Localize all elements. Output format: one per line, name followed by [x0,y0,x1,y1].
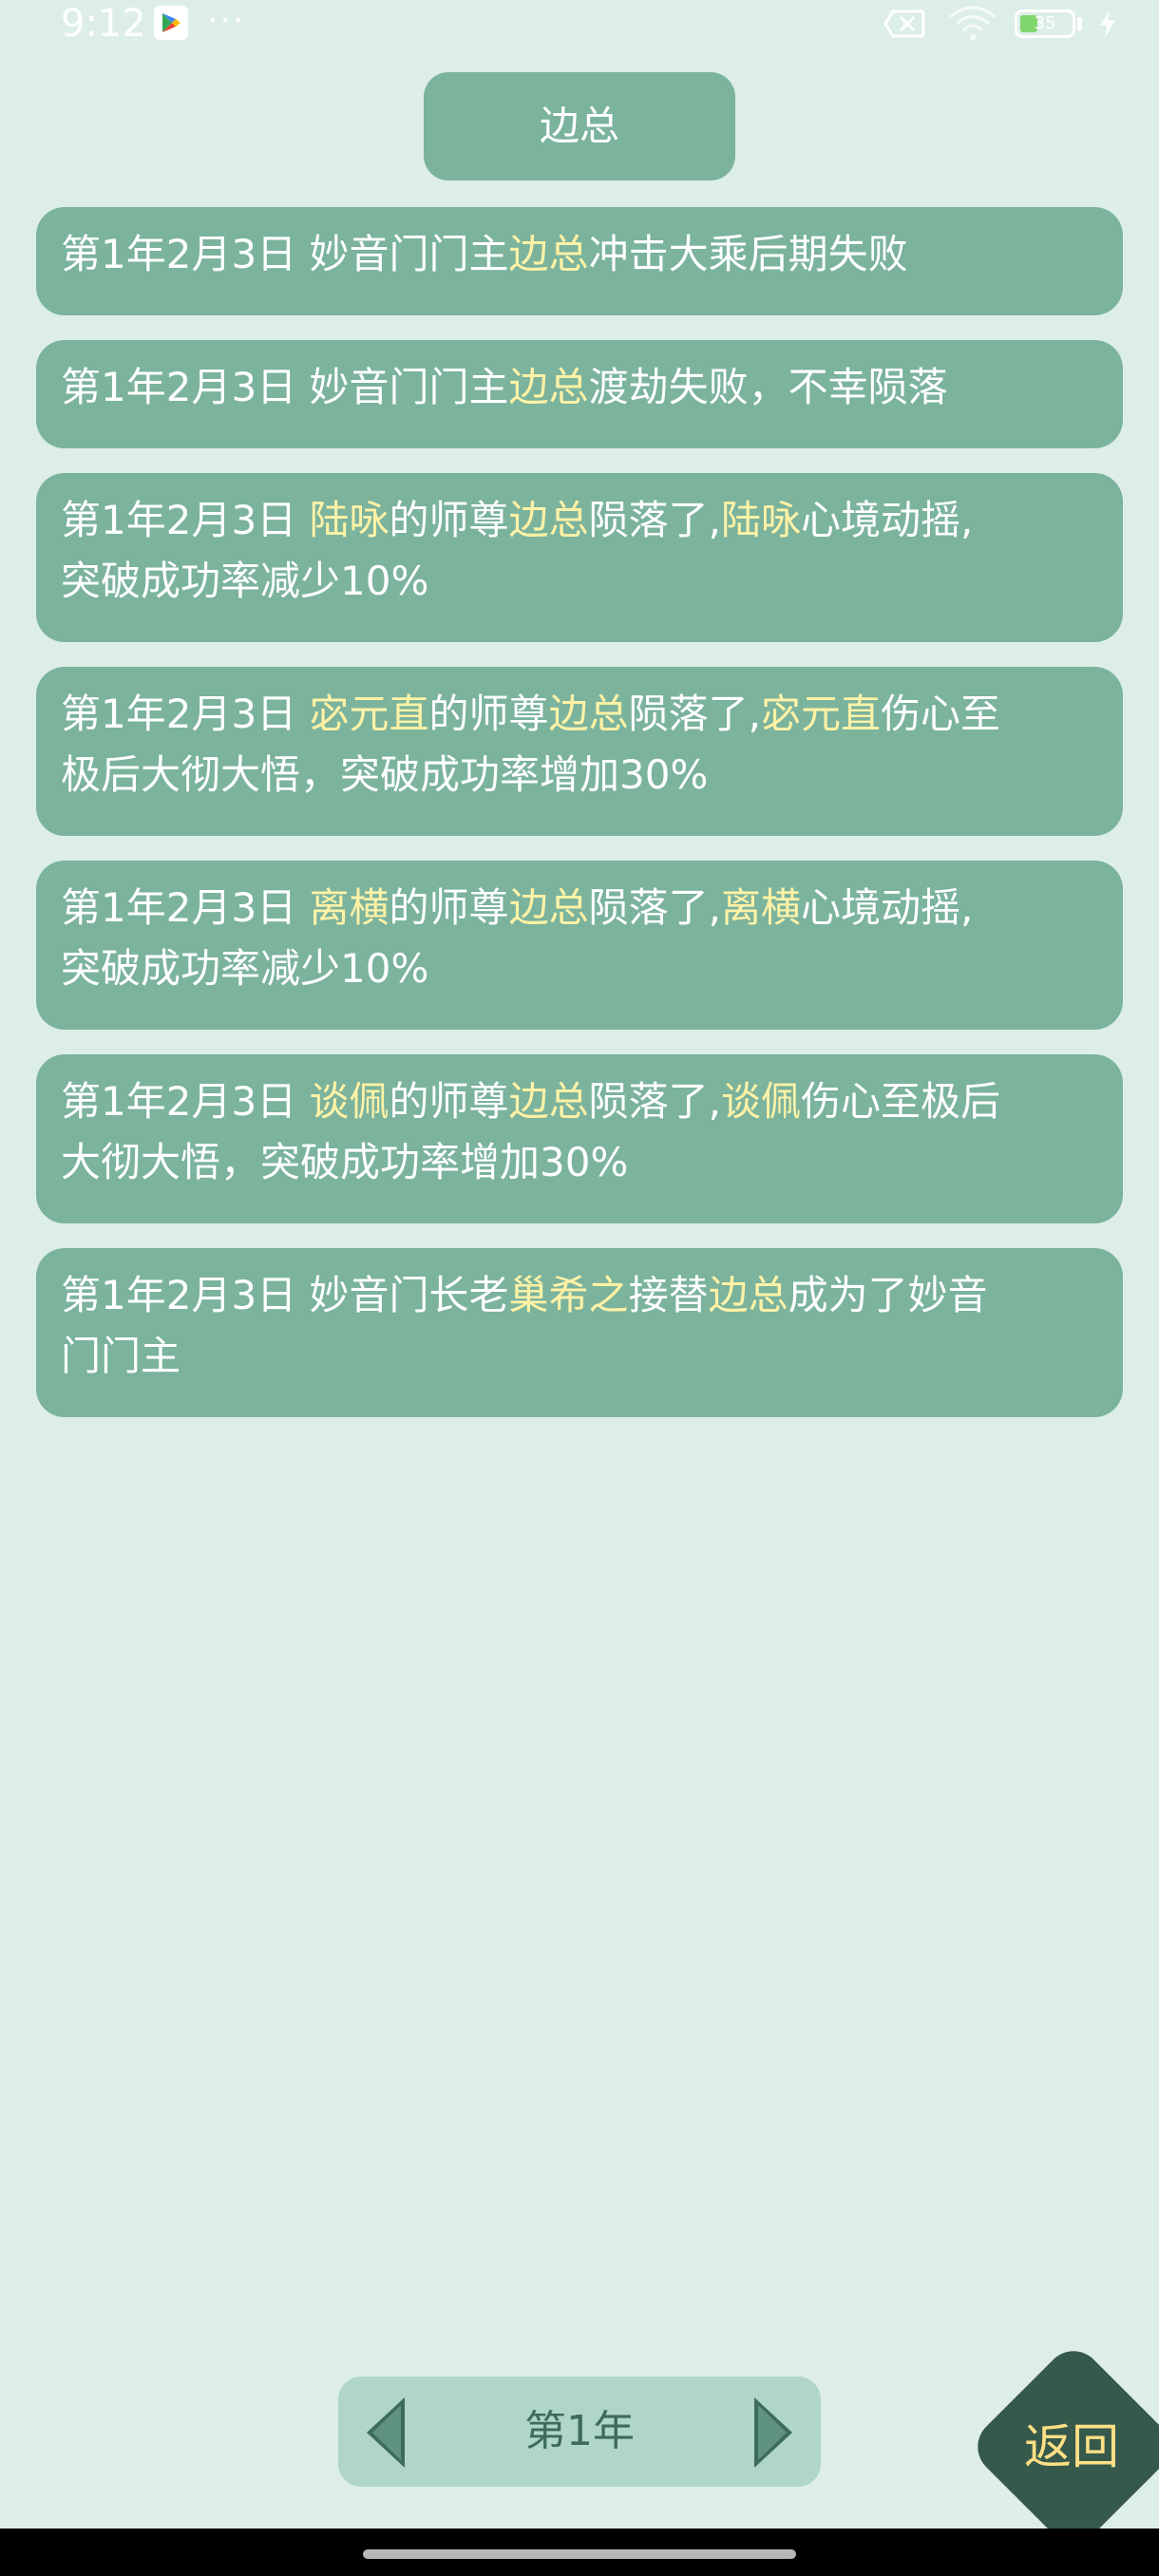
event-text: 渡劫失败，不幸陨落 [588,364,948,410]
event-text: 心境动摇, [800,497,974,543]
event-text: 陨落了, [588,884,721,931]
event-name-highlight: 宓元直 [760,691,881,737]
event-name-highlight: 边总 [508,884,589,931]
event-date: 第1年2月3日 [61,364,297,410]
return-button-label: 返回 [1024,2419,1119,2474]
event-text: 突破成功率减少10% [61,558,429,604]
event-name-highlight: 边总 [548,691,629,737]
event-name-highlight: 离横 [720,884,801,931]
battery-tip [1077,17,1082,30]
event-text: 陨落了, [588,1078,721,1125]
event-text: 的师尊 [428,691,549,737]
event-text: 伤心至 [880,691,1000,737]
event-list: 第1年2月3日 妙音门门主边总冲击大乘后期失败 第1年2月3日 妙音门门主边总渡… [36,207,1123,1442]
status-time: 9:12 [61,2,146,46]
event-date: 第1年2月3日 [61,1272,297,1318]
event-text: 的师尊 [389,884,509,931]
event-name-highlight: 边总 [708,1272,788,1318]
return-button[interactable]: 返回 [963,2337,1159,2555]
event-text: 接替 [628,1272,709,1318]
event-item: 第1年2月3日 陆咏的师尊边总陨落了,陆咏心境动摇, 突破成功率减少10% [36,473,1123,642]
battery-icon: 35 [1015,9,1075,38]
battery-level: 35 [1034,13,1056,33]
status-bar: 9:12 ··· 35 [0,0,1159,47]
event-item: 第1年2月3日 妙音门长老巢希之接替边总成为了妙音门门主 [36,1248,1123,1417]
year-pager: 第1年 [338,2377,821,2487]
event-item: 第1年2月3日 妙音门门主边总渡劫失败，不幸陨落 [36,340,1123,448]
event-date: 第1年2月3日 [61,884,297,931]
event-date: 第1年2月3日 [61,691,297,737]
event-item: 第1年2月3日 妙音门门主边总冲击大乘后期失败 [36,207,1123,315]
event-date: 第1年2月3日 [61,1078,297,1125]
event-item: 第1年2月3日 宓元直的师尊边总陨落了,宓元直伤心至 极后大彻大悟，突破成功率增加… [36,667,1123,836]
play-store-icon [154,6,188,40]
event-date: 第1年2月3日 [61,231,297,277]
event-name-highlight: 边总 [508,364,589,410]
event-text: 妙音门长老 [309,1272,509,1318]
event-text: 门门主 [61,1333,181,1379]
charging-bolt-icon [1100,9,1115,38]
event-text: 的师尊 [389,1078,509,1125]
event-name-highlight: 谈佩 [720,1078,801,1125]
event-name-highlight: 谈佩 [309,1078,390,1125]
event-item: 第1年2月3日 离横的师尊边总陨落了,离横心境动摇, 突破成功率减少10% [36,861,1123,1030]
event-name-highlight: 巢希之 [508,1272,629,1318]
event-text: 陨落了, [588,497,721,543]
event-name-highlight: 离横 [309,884,390,931]
more-notifications-icon: ··· [207,1,246,40]
event-name-highlight: 边总 [508,497,589,543]
sim-off-icon [884,9,925,38]
event-text: 冲击大乘后期失败 [588,231,908,277]
wifi-icon [949,6,997,40]
event-name-highlight: 宓元直 [309,691,429,737]
event-name-highlight: 陆咏 [309,497,390,543]
event-text: 极后大彻大悟，突破成功率增加30% [61,751,709,798]
page-title: 边总 [424,72,735,180]
event-text: 的师尊 [389,497,509,543]
status-icons: 35 [855,0,1159,47]
event-text: 妙音门门主 [309,231,509,277]
event-item: 第1年2月3日 谈佩的师尊边总陨落了,谈佩伤心至极后 大彻大悟，突破成功率增加30… [36,1054,1123,1223]
event-text: 大彻大悟，突破成功率增加30% [61,1139,629,1185]
event-text: 成为了妙音 [788,1272,988,1318]
next-year-button[interactable] [745,2396,796,2470]
home-indicator[interactable] [363,2549,796,2559]
event-name-highlight: 边总 [508,231,589,277]
event-name-highlight: 陆咏 [720,497,801,543]
event-text: 突破成功率减少10% [61,945,429,992]
event-text: 心境动摇, [800,884,974,931]
navigation-bar [0,2529,1159,2576]
event-date: 第1年2月3日 [61,497,297,543]
event-text: 陨落了, [628,691,761,737]
event-name-highlight: 边总 [508,1078,589,1125]
event-text: 伤心至极后 [800,1078,1000,1125]
event-text: 妙音门门主 [309,364,509,410]
